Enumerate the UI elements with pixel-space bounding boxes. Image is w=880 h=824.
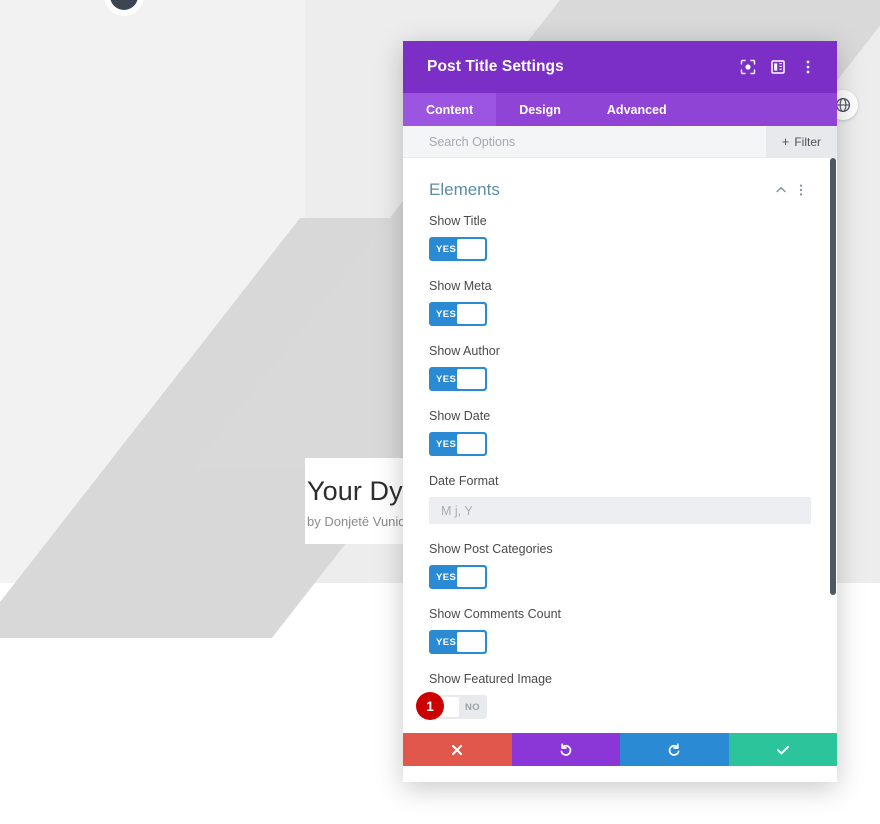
chevron-up-icon (774, 183, 788, 197)
search-row: + Filter (403, 126, 837, 158)
footer-spacer (403, 774, 837, 782)
redo-button[interactable] (620, 733, 729, 766)
field-label: Show Title (429, 214, 487, 228)
screen: Your Dyna by Donjetë Vuniqi Post Title S… (0, 0, 880, 824)
field-show-comments-count: Show Comments Count YES (429, 607, 811, 654)
toggle-show-comments-count[interactable]: YES (429, 630, 487, 654)
focus-target-icon-button[interactable] (733, 52, 763, 82)
scrollbar-thumb[interactable] (830, 158, 836, 595)
undo-icon (558, 742, 574, 758)
step-badge: 1 (416, 692, 444, 720)
checkmark-icon (775, 742, 791, 758)
field-show-author: Show Author YES (429, 344, 811, 391)
scrollbar-track[interactable] (829, 158, 837, 733)
field-show-date: Show Date YES (429, 409, 811, 456)
more-vertical-icon (800, 59, 816, 75)
focus-target-icon (740, 59, 756, 75)
layout-panel-icon-button[interactable] (763, 52, 793, 82)
toggle-show-meta[interactable]: YES (429, 302, 487, 326)
close-icon (450, 743, 464, 757)
toggle-knob (457, 434, 485, 454)
more-vertical-icon-button[interactable] (793, 52, 823, 82)
toggle-show-title[interactable]: YES (429, 237, 487, 261)
modal-title: Post Title Settings (427, 58, 564, 75)
section-header-elements: Elements (429, 158, 811, 214)
section-more-vertical-icon-button[interactable] (791, 180, 811, 200)
modal-tabs: Content Design Advanced (403, 93, 837, 126)
field-show-title: Show Title YES (429, 214, 811, 261)
field-show-meta: Show Meta YES (429, 279, 811, 326)
undo-button[interactable] (511, 733, 620, 766)
toggle-knob (457, 369, 485, 389)
field-date-format: Date Format (429, 474, 811, 524)
save-button[interactable] (728, 733, 837, 766)
tab-design[interactable]: Design (496, 93, 584, 126)
field-show-post-categories: Show Post Categories YES (429, 542, 811, 589)
post-byline: by Donjetë Vuniqi (307, 514, 409, 529)
section-title: Elements (429, 180, 500, 199)
toggle-knob (457, 567, 485, 587)
chevron-up-icon-button[interactable] (771, 180, 791, 200)
field-label: Show Date (429, 409, 491, 423)
toggle-knob (457, 304, 485, 324)
options-list: Elements Show Title YES Show Meta YES Sh… (403, 158, 837, 733)
modal-header: Post Title Settings (403, 41, 837, 93)
toggle-show-featured-image[interactable]: 1 NO (416, 692, 487, 720)
field-label: Show Comments Count (429, 607, 562, 621)
tab-content[interactable]: Content (403, 93, 497, 126)
modal-footer (403, 733, 837, 766)
globe-icon (835, 97, 851, 113)
filter-button[interactable]: + Filter (765, 126, 837, 157)
toggle-show-date[interactable]: YES (429, 432, 487, 456)
cancel-button[interactable] (403, 733, 512, 766)
field-label: Date Format (429, 474, 499, 488)
toggle-show-post-categories[interactable]: YES (429, 565, 487, 589)
date-format-input[interactable] (429, 497, 811, 524)
field-show-featured-image: Show Featured Image 1 NO (416, 672, 811, 720)
plus-icon: + (781, 134, 790, 149)
post-title-settings-modal: Post Title Settings Content Design Advan… (403, 41, 837, 782)
field-label: Show Post Categories (429, 542, 553, 556)
field-label: Show Meta (429, 279, 492, 293)
redo-icon (666, 742, 682, 758)
field-label: Show Author (429, 344, 500, 358)
toggle-show-author[interactable]: YES (429, 367, 487, 391)
tab-advanced[interactable]: Advanced (584, 93, 690, 126)
layout-panel-icon (770, 59, 786, 75)
toggle-knob (457, 239, 485, 259)
search-input[interactable] (403, 126, 766, 157)
filter-label: Filter (794, 134, 821, 149)
modal-body: Elements Show Title YES Show Meta YES Sh… (403, 158, 837, 733)
toggle-knob (457, 632, 485, 652)
field-label: Show Featured Image (429, 672, 552, 686)
toggle-value: NO (464, 701, 480, 713)
more-vertical-icon (794, 183, 808, 197)
